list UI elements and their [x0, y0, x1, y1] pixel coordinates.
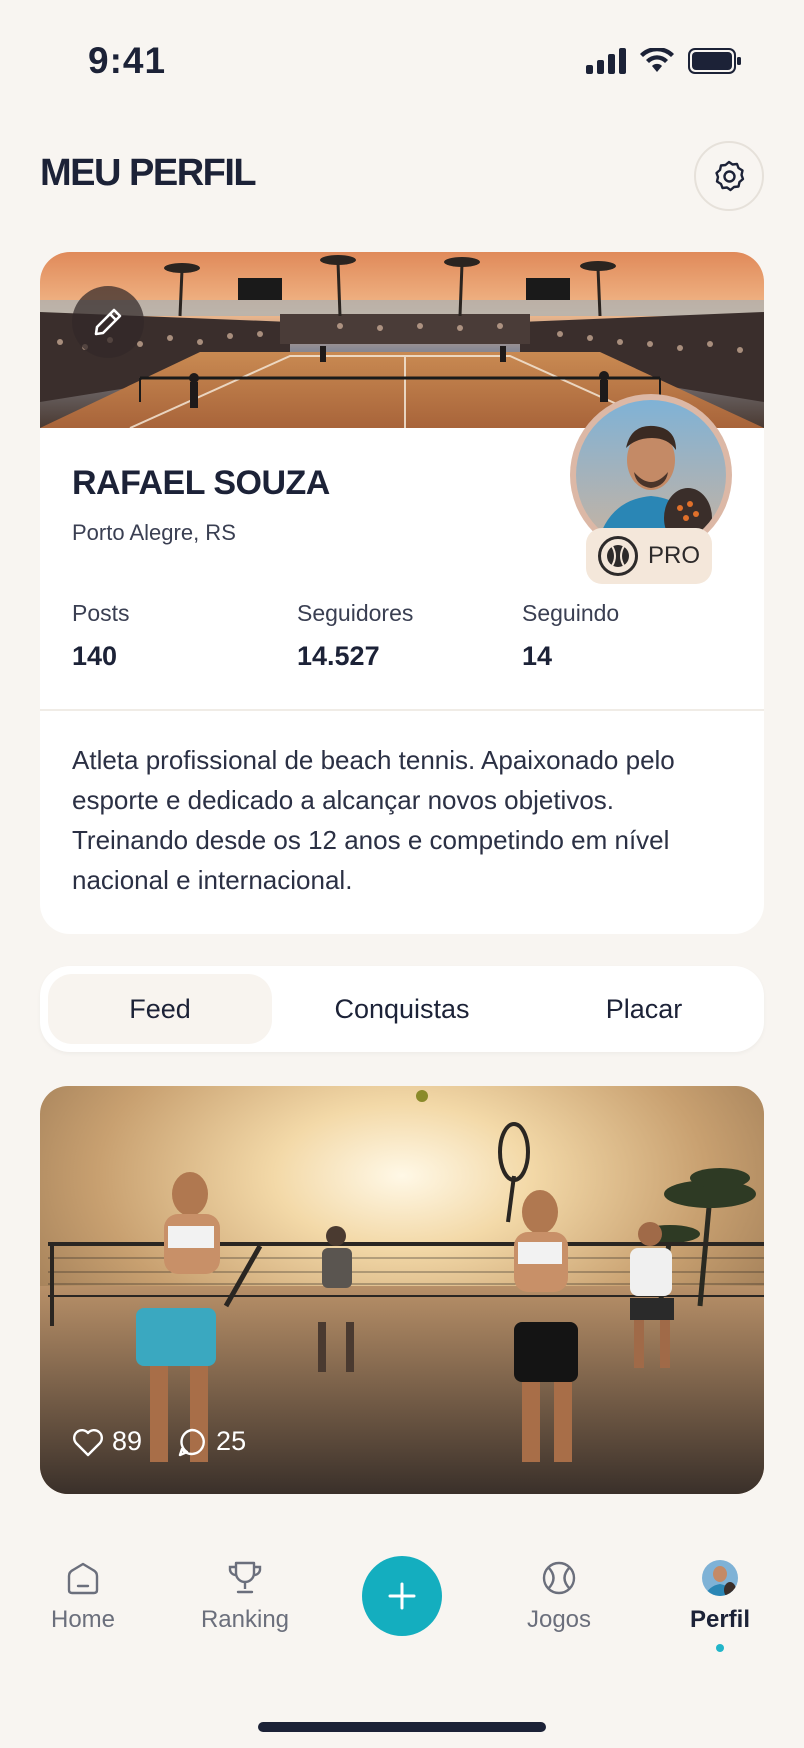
- user-name: RAFAEL SOUZA: [72, 464, 330, 502]
- nav-perfil[interactable]: Perfil: [650, 1558, 790, 1652]
- status-time: 9:41: [88, 40, 167, 81]
- tab-conquistas[interactable]: Conquistas: [290, 974, 514, 1044]
- ball-icon: [542, 1561, 576, 1595]
- stat-value: 140: [72, 641, 118, 671]
- pro-badge-label: PRO: [647, 542, 700, 569]
- profile-bio: Atleta profissional de beach tennis. Apa…: [72, 745, 675, 895]
- profile-stats: Posts 140 Seguidores 14.527 Seguindo 14: [72, 600, 732, 680]
- stat-label: Seguidores: [297, 600, 414, 626]
- edit-profile-button[interactable]: [72, 286, 144, 358]
- status-bar: 9:41: [0, 0, 804, 120]
- home-icon: [67, 1562, 99, 1595]
- tab-placar[interactable]: Placar: [532, 974, 756, 1044]
- user-location: Porto Alegre, RS: [72, 520, 236, 545]
- pro-badge: PRO: [586, 528, 712, 584]
- nav-ranking[interactable]: Ranking: [175, 1558, 315, 1634]
- stat-label: Seguindo: [522, 600, 620, 626]
- gear-icon: [715, 160, 745, 192]
- battery-icon: [688, 48, 741, 74]
- profile-tabs: Feed Conquistas Placar: [40, 966, 764, 1052]
- comment-icon: [178, 1428, 205, 1456]
- create-post-button[interactable]: [362, 1556, 442, 1636]
- nav-home[interactable]: Home: [13, 1558, 153, 1634]
- feed-post[interactable]: 89 25: [40, 1086, 764, 1494]
- comment-count: 25: [216, 1426, 247, 1456]
- stat-posts[interactable]: Posts 140: [72, 600, 130, 672]
- home-indicator: [258, 1722, 546, 1732]
- trophy-icon: [228, 1561, 262, 1594]
- comment-button[interactable]: 25: [176, 1426, 246, 1457]
- tennis-ball-icon: [597, 536, 638, 576]
- like-count: 89: [112, 1426, 143, 1456]
- divider: [40, 709, 764, 711]
- nav-label: Jogos: [526, 1606, 592, 1633]
- nav-label: Perfil: [689, 1606, 751, 1633]
- status-icons: [586, 48, 742, 74]
- post-metrics: 89 25: [72, 1426, 246, 1457]
- avatar: [702, 1560, 738, 1596]
- wifi-icon: [640, 48, 674, 72]
- stat-following[interactable]: Seguindo 14: [522, 600, 619, 672]
- stat-value: 14: [522, 641, 553, 671]
- stat-label: Posts: [72, 600, 130, 626]
- cellular-signal-icon: [586, 48, 626, 74]
- settings-button[interactable]: [694, 141, 764, 211]
- heart-icon: [73, 1428, 103, 1456]
- pencil-icon: [94, 308, 122, 336]
- active-indicator: [716, 1644, 724, 1652]
- stat-value: 14.527: [297, 641, 380, 671]
- like-button[interactable]: 89: [72, 1426, 142, 1457]
- nav-label: Ranking: [200, 1606, 290, 1633]
- page-title: MEU PERFIL: [40, 152, 257, 194]
- plus-icon: [388, 1582, 416, 1610]
- tab-feed[interactable]: Feed: [48, 974, 272, 1044]
- profile-card: RAFAEL SOUZA Porto Alegre, RS Posts 140 …: [40, 252, 764, 934]
- stat-followers[interactable]: Seguidores 14.527: [297, 600, 413, 672]
- nav-label: Home: [50, 1606, 116, 1633]
- nav-jogos[interactable]: Jogos: [489, 1558, 629, 1634]
- bottom-nav: Home Ranking Jogos Perfil: [0, 1540, 804, 1680]
